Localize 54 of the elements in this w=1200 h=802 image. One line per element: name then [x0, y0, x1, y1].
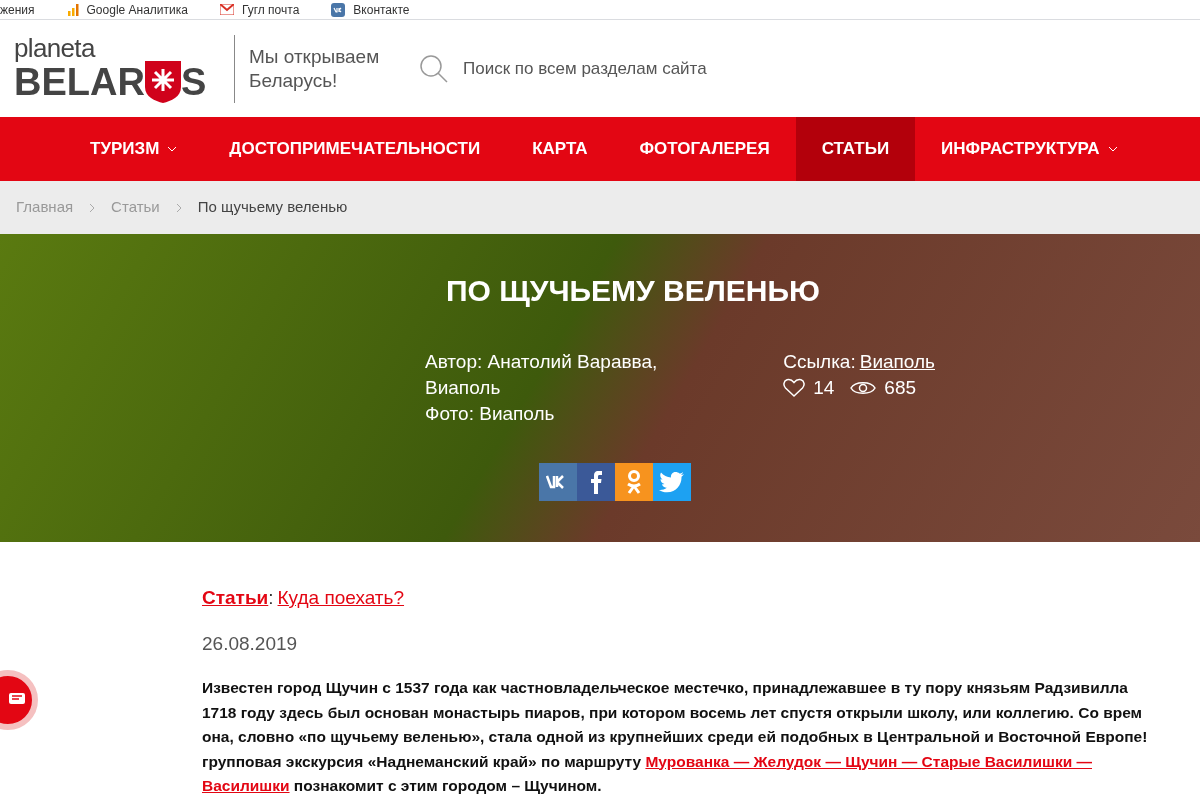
separator-text: :	[268, 586, 274, 610]
nav-item[interactable]: ТУРИЗМ	[64, 117, 204, 181]
search-field[interactable]: Поиск по всем разделам сайта	[463, 55, 793, 82]
nav-item[interactable]: СТАТЬИ	[795, 117, 916, 181]
article-title: ПО ЩУЧЬЕМУ ВЕЛЕНЬЮ	[445, 273, 820, 309]
views-count: 685	[884, 376, 916, 400]
site-logo[interactable]: planeta BELAR S	[14, 34, 220, 103]
article-text: 1718 году здесь был основан монастырь пиаров, при котором восемь лет спустя открыли школу, или коллегию. Со врем	[202, 702, 1143, 723]
chevron-down-icon	[167, 146, 178, 152]
author-line: Фото: Виаполь	[425, 402, 556, 426]
article-text: она, словно «по щучьему веленью», стала одной из крупнейших среди ей подобных в Центральной и Восточной Европе!	[202, 727, 1148, 747]
chevron-right-icon	[175, 202, 182, 213]
likes-count: 14	[813, 376, 835, 400]
share-button[interactable]	[653, 463, 691, 501]
source-label: Ссылка:	[783, 350, 856, 374]
slogan: Мы открываем Беларусь!	[249, 44, 381, 93]
nav-item[interactable]: КАРТА	[506, 117, 614, 181]
article-text: групповая экскурсия «Наднеманский край» по маршруту	[202, 751, 643, 772]
bar-chart-icon	[66, 3, 79, 16]
share-button[interactable]	[577, 463, 615, 501]
nav-item[interactable]: ФОТОГАЛЕРЕЯ	[613, 117, 796, 181]
bookmark-link[interactable]: Вконтакте	[331, 2, 410, 17]
author-line: Виаполь	[425, 376, 502, 400]
current-page-text: По щучьему веленью	[197, 197, 348, 218]
route-link[interactable]: Василишки	[202, 774, 290, 799]
nav-item[interactable]: ИНФРАСТРУКТУРА	[915, 117, 1144, 181]
source-link[interactable]: Виаполь	[859, 349, 935, 375]
article-date: 26.08.2019	[202, 631, 299, 656]
search-icon[interactable]	[419, 53, 449, 84]
article-text: познакомит с этим городом – Щучином.	[292, 776, 602, 796]
category-link[interactable]: Статьи	[202, 584, 269, 613]
route-link[interactable]: Мурованка — Желудок — Щучин — Старые Василишки —	[645, 749, 1092, 774]
logo-text: planeta	[14, 34, 97, 61]
eye-icon	[850, 380, 877, 396]
chat-icon	[9, 693, 25, 707]
bookmark-link[interactable]: жения	[0, 3, 35, 16]
bookmark-link[interactable]: Google Аналитика	[66, 3, 188, 16]
chevron-down-icon	[1107, 146, 1118, 152]
author-line: Автор: Анатолий Варавва,	[425, 350, 658, 374]
article-text: Известен город Щучин с 1537 года как частновладельческое местечко, принадлежавшее в ту пору князьям Радзивилла	[202, 678, 1128, 698]
breadcrumb-link[interactable]: Статьи	[111, 196, 160, 219]
bird-icon	[659, 471, 685, 493]
share-button[interactable]	[539, 463, 577, 501]
logo-text: S	[180, 62, 207, 101]
heart-icon	[783, 378, 806, 398]
logo-text: BELAR	[14, 62, 145, 101]
envelope-icon	[219, 4, 234, 15]
subcategory-link[interactable]: Куда поехать?	[277, 584, 405, 613]
chevron-right-icon	[89, 202, 96, 213]
facebook-icon	[590, 470, 602, 494]
odnoklassniki-icon	[626, 469, 642, 495]
shield-icon	[144, 60, 181, 103]
bookmark-link[interactable]: Гугл почта	[219, 3, 300, 16]
nav-item[interactable]: ДОСТОПРИМЕЧАТЕЛЬНОСТИ	[203, 117, 507, 181]
